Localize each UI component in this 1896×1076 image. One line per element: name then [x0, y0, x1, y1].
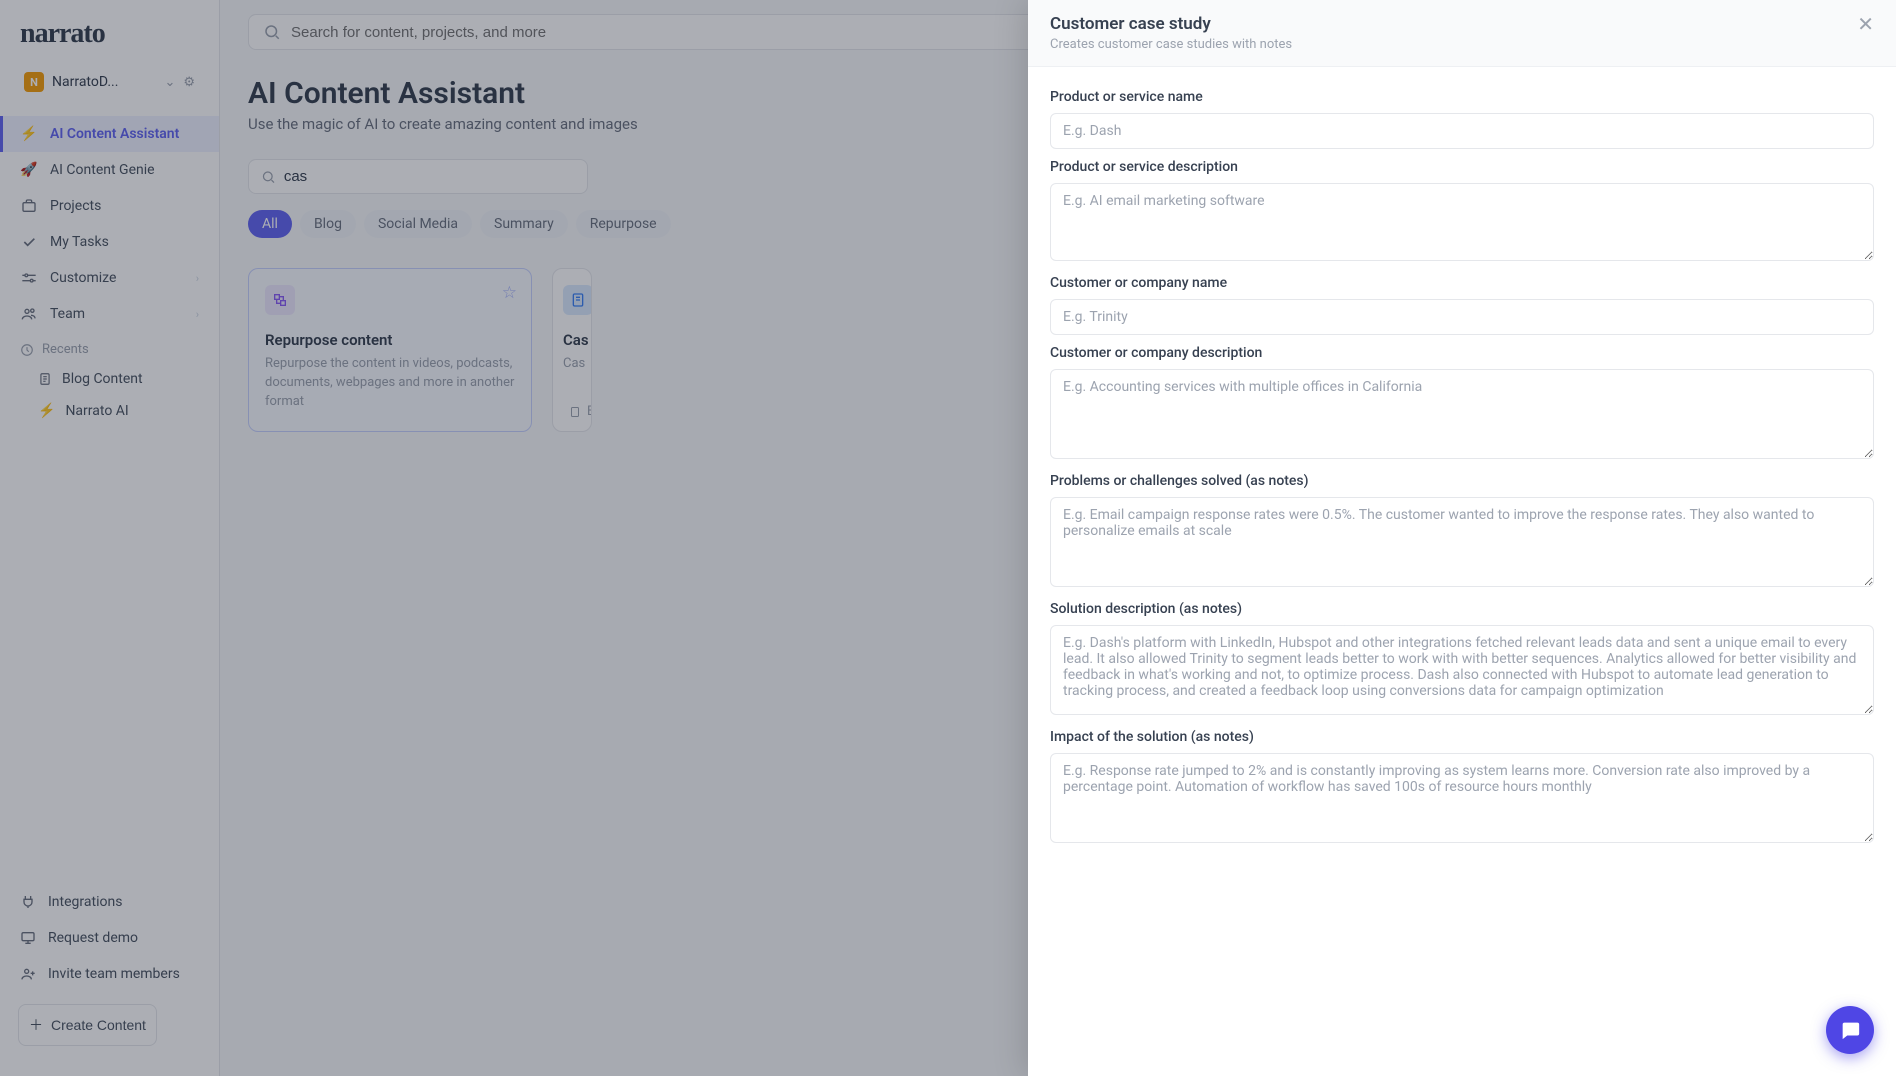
- label-customer-name: Customer or company name: [1050, 275, 1874, 291]
- modal-subtitle: Creates customer case studies with notes: [1050, 37, 1292, 52]
- modal-title: Customer case study: [1050, 14, 1292, 34]
- label-solution: Solution description (as notes): [1050, 601, 1874, 617]
- label-customer-desc: Customer or company description: [1050, 345, 1874, 361]
- textarea-impact[interactable]: [1050, 753, 1874, 843]
- textarea-product-desc[interactable]: [1050, 183, 1874, 261]
- modal-panel: Customer case study Creates customer cas…: [1028, 0, 1896, 1076]
- textarea-solution[interactable]: [1050, 625, 1874, 715]
- modal-body: Product or service name Product or servi…: [1028, 67, 1896, 1076]
- close-icon[interactable]: ✕: [1857, 14, 1874, 34]
- label-problems: Problems or challenges solved (as notes): [1050, 473, 1874, 489]
- label-product-desc: Product or service description: [1050, 159, 1874, 175]
- label-impact: Impact of the solution (as notes): [1050, 729, 1874, 745]
- chat-widget-button[interactable]: [1826, 1006, 1874, 1054]
- label-product-name: Product or service name: [1050, 89, 1874, 105]
- textarea-customer-desc[interactable]: [1050, 369, 1874, 459]
- chat-icon: [1839, 1019, 1861, 1041]
- input-product-name[interactable]: [1050, 113, 1874, 149]
- textarea-problems[interactable]: [1050, 497, 1874, 587]
- modal-header: Customer case study Creates customer cas…: [1028, 0, 1896, 67]
- input-customer-name[interactable]: [1050, 299, 1874, 335]
